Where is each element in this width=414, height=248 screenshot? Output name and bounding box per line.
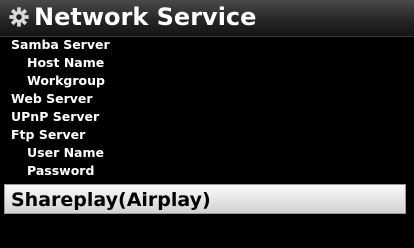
- menu-item-password[interactable]: Password: [0, 162, 414, 180]
- settings-menu: Samba Server Host Name Workgroup Web Ser…: [0, 36, 414, 214]
- menu-item-samba-server[interactable]: Samba Server: [0, 36, 414, 54]
- page-title: Network Service: [34, 3, 257, 31]
- menu-item-user-name[interactable]: User Name: [0, 144, 414, 162]
- title-bar: Network Service: [0, 0, 414, 37]
- menu-item-web-server[interactable]: Web Server: [0, 90, 414, 108]
- menu-item-host-name[interactable]: Host Name: [0, 54, 414, 72]
- gear-icon: [9, 7, 29, 27]
- menu-item-ftp-server[interactable]: Ftp Server: [0, 126, 414, 144]
- screen: Network Service Samba Server Host Name W…: [0, 0, 414, 248]
- menu-item-upnp-server[interactable]: UPnP Server: [0, 108, 414, 126]
- menu-item-shareplay-selected[interactable]: Shareplay(Airplay): [4, 184, 406, 214]
- menu-item-workgroup[interactable]: Workgroup: [0, 72, 414, 90]
